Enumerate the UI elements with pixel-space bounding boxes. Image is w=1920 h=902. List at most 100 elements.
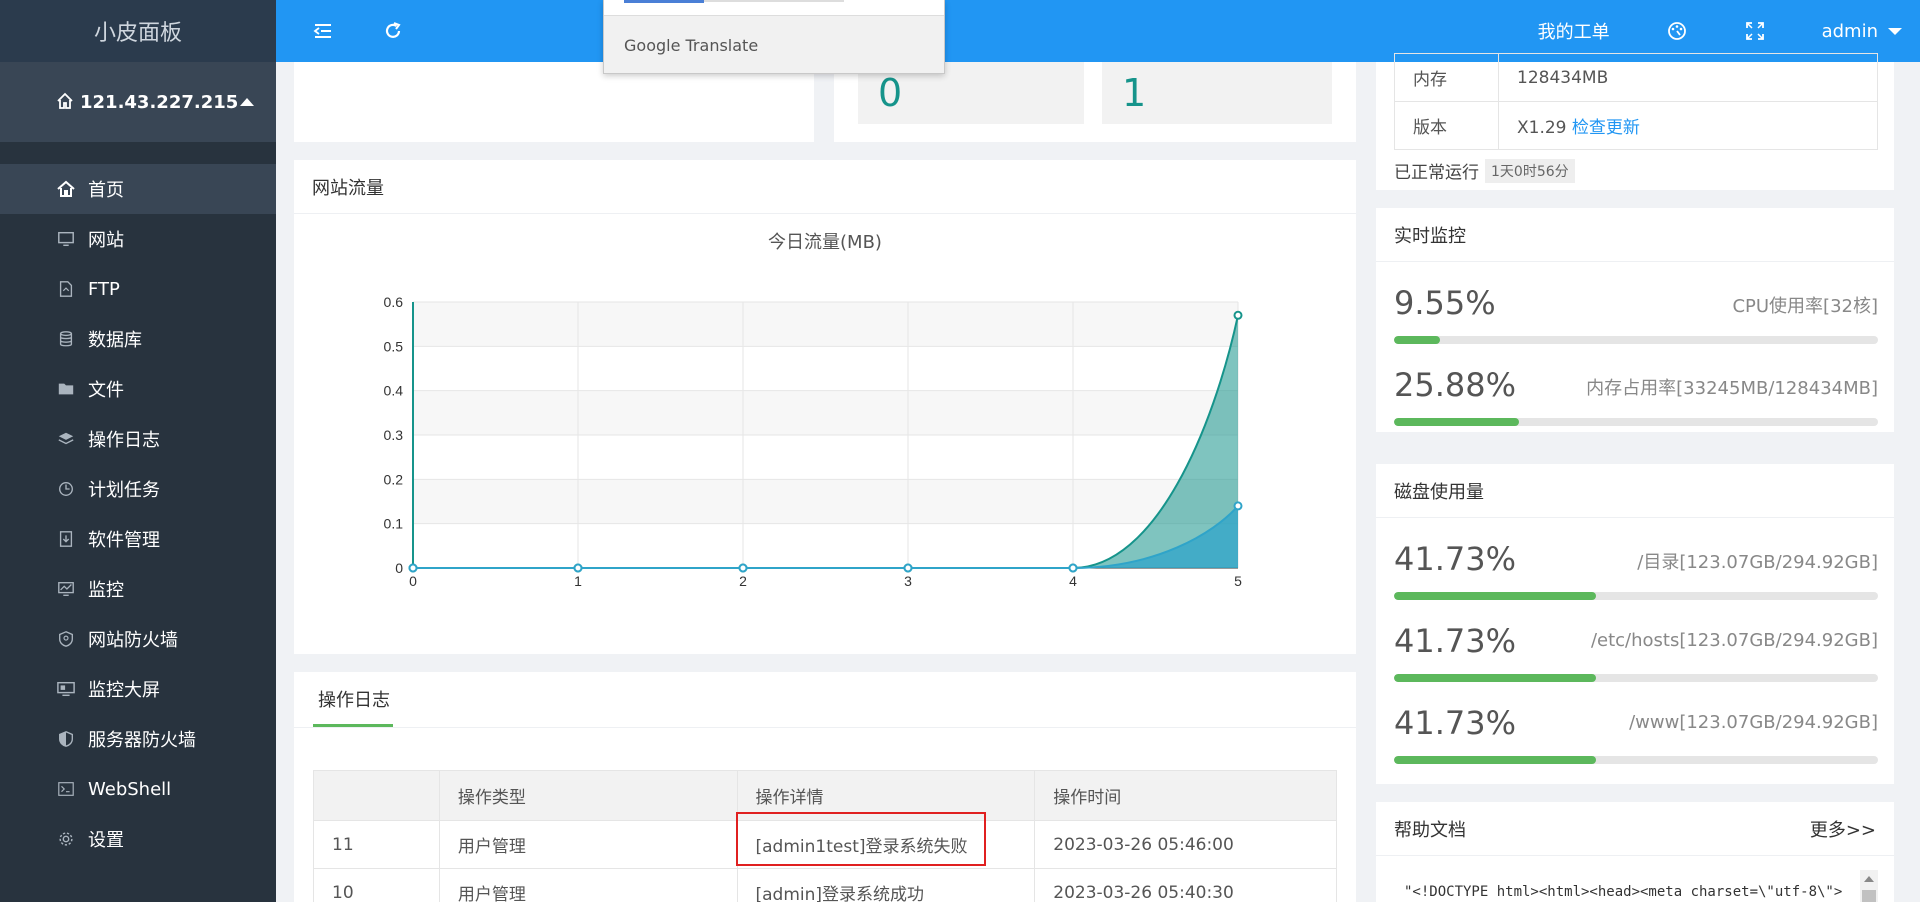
x-tick-label: 0 (409, 573, 417, 589)
server-selector[interactable]: 121.43.227.215 (0, 62, 276, 142)
disk-row: 41.73% /目录[123.07GB/294.92GB] (1394, 540, 1878, 600)
user-menu[interactable]: admin (1822, 21, 1902, 42)
translate-active-tab[interactable] (624, 0, 704, 3)
screen-icon (56, 679, 76, 699)
chart-monitor-icon (56, 579, 76, 599)
grid-band (413, 302, 1238, 347)
sidebar-item[interactable]: 数据库 (0, 314, 276, 364)
table-cell: [admin]登录系统成功 (736, 868, 1036, 902)
x-tick-label: 3 (904, 573, 912, 589)
sidebar-item[interactable]: WebShell (0, 764, 276, 814)
y-tick-label: 0 (395, 560, 403, 576)
disk-progress-bar (1394, 674, 1878, 682)
clock-icon (56, 479, 76, 499)
y-tick-label: 0.6 (384, 294, 404, 310)
y-tick-label: 0.2 (384, 471, 404, 487)
info-row-version: 版本 X1.29 检查更新 (1394, 101, 1878, 150)
terminal-icon (56, 779, 76, 799)
check-update-link[interactable]: 检查更新 (1572, 118, 1640, 138)
column-header: 操作时间 (1034, 770, 1337, 821)
sidebar-item-label: 计划任务 (88, 480, 160, 501)
disk-label: /目录[123.07GB/294.92GB] (1637, 552, 1878, 573)
x-tick-label: 2 (739, 573, 747, 589)
google-translate-brand: Google Translate (624, 36, 759, 55)
y-tick-label: 0.4 (384, 383, 404, 399)
sidebar-item[interactable]: 监控 (0, 564, 276, 614)
theme-palette-icon[interactable] (1666, 20, 1688, 42)
server-ip: 121.43.227.215 (80, 91, 239, 113)
traffic-chart: 0 0.1 0.2 0.3 0.4 0.5 0.6 0 1 2 3 4 5 (384, 294, 1243, 589)
download-box-icon (56, 529, 76, 549)
data-point (1233, 310, 1243, 320)
uptime-label: 已正常运行 (1394, 163, 1479, 183)
translate-tab[interactable] (704, 0, 844, 2)
sidebar-item[interactable]: 设置 (0, 814, 276, 864)
refresh-icon[interactable] (382, 20, 404, 42)
home-icon (57, 92, 73, 109)
disk-progress-bar (1394, 756, 1878, 764)
shield-half-icon (56, 729, 76, 749)
gear-icon (56, 829, 76, 849)
series-area (413, 315, 1238, 568)
sidebar-item[interactable]: 网站防火墙 (0, 614, 276, 664)
table-cell: 2023-03-26 05:40:30 (1034, 868, 1337, 902)
data-point (1068, 563, 1078, 573)
fullscreen-icon[interactable] (1744, 20, 1766, 42)
table-cell: 10 (313, 868, 440, 902)
stat-tile-2[interactable]: 1 (1102, 62, 1332, 124)
layers-icon (56, 429, 76, 449)
sidebar-item-label: 网站防火墙 (88, 630, 178, 651)
sidebar-item[interactable]: 网站 (0, 214, 276, 264)
sidebar-item[interactable]: 服务器防火墙 (0, 714, 276, 764)
caret-up-icon[interactable] (240, 98, 254, 106)
sidebar-item-label: 服务器防火墙 (88, 730, 196, 751)
system-info-table: 内存 128434MB 版本 X1.29 检查更新 (1394, 53, 1878, 150)
memory-usage: 25.88% 内存占用率[33245MB/128434MB] (1394, 366, 1878, 426)
sidebar-item[interactable]: 计划任务 (0, 464, 276, 514)
sidebar-item-label: 软件管理 (88, 530, 160, 551)
memory-progress-fill (1394, 418, 1520, 426)
y-tick-label: 0.3 (384, 427, 404, 443)
my-tickets-link[interactable]: 我的工单 (1538, 18, 1610, 44)
scroll-up-arrow-icon[interactable] (1864, 876, 1874, 882)
scroll-thumb[interactable] (1862, 890, 1876, 902)
info-row-memory: 内存 128434MB (1394, 53, 1878, 102)
folder-icon (56, 379, 76, 399)
app-logo[interactable]: 小皮面板 (0, 0, 276, 62)
sidebar-item-label: 操作日志 (88, 430, 160, 451)
table-row[interactable]: 10 用户管理 [admin]登录系统成功 2023-03-26 05:40:3… (313, 868, 1337, 902)
sidebar-item[interactable]: 监控大屏 (0, 664, 276, 714)
google-translate-popup[interactable]: Google Translate (603, 0, 945, 74)
traffic-card-title: 网站流量 (294, 160, 1356, 214)
info-key: 内存 (1394, 53, 1499, 102)
sidebar-item-label: 数据库 (88, 330, 142, 351)
shield-icon (56, 629, 76, 649)
grid-band (413, 390, 1238, 435)
memory-progress-bar (1394, 418, 1878, 426)
help-doc-header: 帮助文档 更多>> (1376, 802, 1894, 856)
home-icon (56, 179, 76, 199)
sidebar-item[interactable]: 文件 (0, 364, 276, 414)
tab-oplog[interactable]: 操作日志 (318, 686, 390, 712)
disk-label: /etc/hosts[123.07GB/294.92GB] (1590, 630, 1878, 651)
table-cell: 2023-03-26 05:46:00 (1034, 820, 1337, 869)
memory-label: 内存占用率[33245MB/128434MB] (1586, 378, 1878, 399)
sidebar-item[interactable]: 首页 (0, 164, 276, 214)
sidebar-item[interactable]: 软件管理 (0, 514, 276, 564)
sidebar-item-label: 文件 (88, 380, 124, 401)
disk-label: /www[123.07GB/294.92GB] (1629, 712, 1878, 733)
realtime-title: 实时监控 (1376, 208, 1894, 262)
table-cell: 用户管理 (438, 868, 738, 902)
disk-progress-fill (1394, 674, 1596, 682)
overview-card-stats: 0 1 (834, 62, 1356, 142)
sidebar-item-label: 首页 (88, 180, 124, 201)
help-more-link[interactable]: 更多>> (1810, 816, 1876, 842)
sidebar-item[interactable]: 操作日志 (0, 414, 276, 464)
memory-value: 25.88% (1394, 366, 1517, 404)
username: admin (1821, 20, 1878, 42)
version-text: X1.29 (1517, 118, 1567, 138)
menu-collapse-icon[interactable] (312, 20, 334, 42)
sidebar-item[interactable]: FTP (0, 264, 276, 314)
database-icon (56, 329, 76, 349)
sidebar: 小皮面板 121.43.227.215 首页网站 FTP 数据库文件操作日志计划任务… (0, 0, 276, 902)
